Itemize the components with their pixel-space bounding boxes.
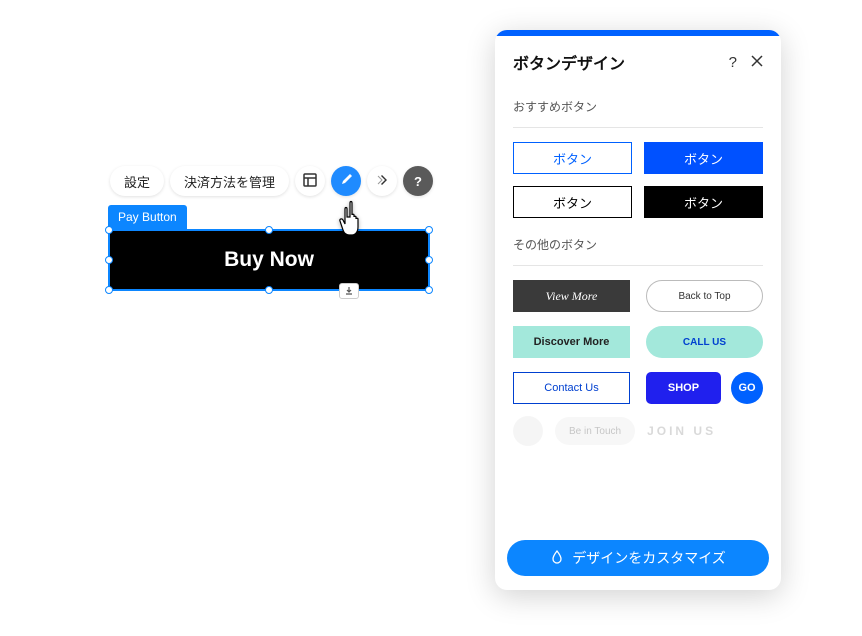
other-section-label: その他のボタン — [513, 236, 763, 253]
button-design-panel: ボタンデザイン ? おすすめボタン ボタン ボタン ボタン ボタン その他のボタ… — [495, 30, 781, 590]
preset-button-outline-blue[interactable]: ボタン — [513, 142, 632, 174]
help-icon-button[interactable]: ? — [403, 166, 433, 196]
preset-view-more[interactable]: View More — [513, 280, 630, 312]
preset-go[interactable]: GO — [731, 372, 763, 404]
element-toolbar: 設定 決済方法を管理 ? — [110, 166, 433, 196]
help-button[interactable]: ? — [729, 54, 737, 71]
animation-icon-button[interactable] — [367, 166, 397, 196]
preset-button-solid-blue[interactable]: ボタン — [644, 142, 763, 174]
divider — [513, 127, 763, 128]
paintbrush-icon — [339, 173, 353, 190]
preset-call-us[interactable]: CALL US — [646, 326, 763, 358]
pay-button[interactable]: Buy Now — [110, 231, 428, 289]
preset-contact-us[interactable]: Contact Us — [513, 372, 630, 404]
download-handle-icon[interactable] — [339, 283, 359, 299]
help-icon: ? — [729, 54, 737, 71]
resize-handle-tm[interactable] — [265, 226, 273, 234]
settings-button[interactable]: 設定 — [110, 166, 164, 196]
resize-handle-tl[interactable] — [105, 226, 113, 234]
help-icon: ? — [414, 174, 422, 189]
resize-handle-mr[interactable] — [425, 256, 433, 264]
animation-icon — [374, 174, 390, 189]
layout-icon — [303, 173, 317, 190]
other-button-grid: View More Back to Top Discover More CALL… — [513, 280, 763, 404]
other-button-row-faded: Be in Touch JOIN US — [513, 416, 763, 446]
panel-footer: デザインをカスタマイズ — [495, 530, 781, 590]
preset-circle[interactable] — [513, 416, 543, 446]
preset-shop[interactable]: SHOP — [646, 372, 721, 404]
layout-icon-button[interactable] — [295, 166, 325, 196]
recommended-button-grid: ボタン ボタン ボタン ボタン — [513, 142, 763, 218]
resize-handle-br[interactable] — [425, 286, 433, 294]
preset-discover-more[interactable]: Discover More — [513, 326, 630, 358]
preset-button-solid-black[interactable]: ボタン — [644, 186, 763, 218]
element-type-tag: Pay Button — [108, 205, 187, 229]
resize-handle-bl[interactable] — [105, 286, 113, 294]
design-icon-button[interactable] — [331, 166, 361, 196]
selection-bounds[interactable]: Buy Now — [108, 229, 430, 291]
preset-join-us[interactable]: JOIN US — [647, 424, 716, 438]
preset-button-outline-black[interactable]: ボタン — [513, 186, 632, 218]
selected-element: Pay Button Buy Now — [108, 205, 430, 291]
panel-header: ボタンデザイン ? — [495, 36, 781, 86]
close-button[interactable] — [751, 54, 763, 71]
droplet-icon — [550, 550, 564, 567]
panel-body: おすすめボタン ボタン ボタン ボタン ボタン その他のボタン View Mor… — [495, 86, 781, 530]
resize-handle-bm[interactable] — [265, 286, 273, 294]
resize-handle-tr[interactable] — [425, 226, 433, 234]
customize-label: デザインをカスタマイズ — [572, 548, 726, 568]
close-icon — [751, 54, 763, 71]
customize-design-button[interactable]: デザインをカスタマイズ — [507, 540, 769, 576]
divider — [513, 265, 763, 266]
resize-handle-ml[interactable] — [105, 256, 113, 264]
manage-payment-button[interactable]: 決済方法を管理 — [170, 166, 289, 196]
panel-title: ボタンデザイン — [513, 50, 625, 74]
preset-back-to-top[interactable]: Back to Top — [646, 280, 763, 312]
preset-be-in-touch[interactable]: Be in Touch — [555, 417, 635, 445]
recommended-section-label: おすすめボタン — [513, 98, 763, 115]
